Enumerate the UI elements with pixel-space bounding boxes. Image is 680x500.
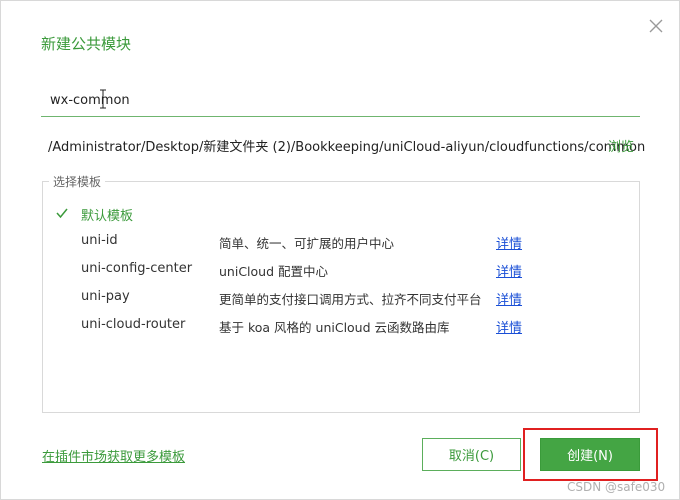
close-icon[interactable]: [645, 15, 667, 37]
template-item-uni-id[interactable]: uni-id 简单、统一、可扩展的用户中心 详情: [55, 231, 615, 252]
module-path[interactable]: /Administrator/Desktop/新建文件夹 (2)/Bookkee…: [48, 136, 645, 155]
text-cursor-icon: [99, 89, 107, 109]
template-name: uni-cloud-router: [81, 317, 186, 332]
template-item-uni-pay[interactable]: uni-pay 更简单的支付接口调用方式、拉齐不同支付平台 详情: [55, 287, 615, 308]
template-item-uni-config-center[interactable]: uni-config-center uniCloud 配置中心 详情: [55, 259, 615, 280]
template-detail-link[interactable]: 详情: [496, 317, 522, 336]
browse-button[interactable]: 浏览: [608, 136, 634, 155]
template-description: 简单、统一、可扩展的用户中心: [219, 236, 395, 251]
watermark: CSDN @safe030: [567, 480, 666, 494]
cancel-button[interactable]: 取消(C): [422, 438, 521, 471]
template-description: 更简单的支付接口调用方式、拉齐不同支付平台: [219, 292, 482, 307]
more-templates-link[interactable]: 在插件市场获取更多模板: [42, 446, 185, 465]
check-icon: [55, 206, 69, 220]
template-description: 基于 koa 风格的 uniCloud 云函数路由库: [219, 320, 450, 335]
template-item-uni-cloud-router[interactable]: uni-cloud-router 基于 koa 风格的 uniCloud 云函数…: [55, 315, 615, 336]
annotation-highlight-box: [523, 428, 658, 481]
dialog-title: 新建公共模块: [41, 35, 132, 53]
template-name: uni-id: [81, 233, 118, 248]
new-common-module-dialog: 新建公共模块 /Administrator/Desktop/新建文件夹 (2)/…: [0, 0, 680, 500]
template-detail-link[interactable]: 详情: [496, 233, 522, 252]
template-description: uniCloud 配置中心: [219, 264, 328, 279]
template-name: uni-pay: [81, 289, 130, 304]
template-detail-link[interactable]: 详情: [496, 289, 522, 308]
template-group-legend: 选择模板: [49, 173, 106, 190]
template-item-default[interactable]: 默认模板: [55, 203, 615, 224]
template-name: 默认模板: [81, 209, 134, 224]
template-name: uni-config-center: [81, 261, 193, 276]
module-name-input[interactable]: [41, 85, 640, 117]
template-detail-link[interactable]: 详情: [496, 261, 522, 280]
